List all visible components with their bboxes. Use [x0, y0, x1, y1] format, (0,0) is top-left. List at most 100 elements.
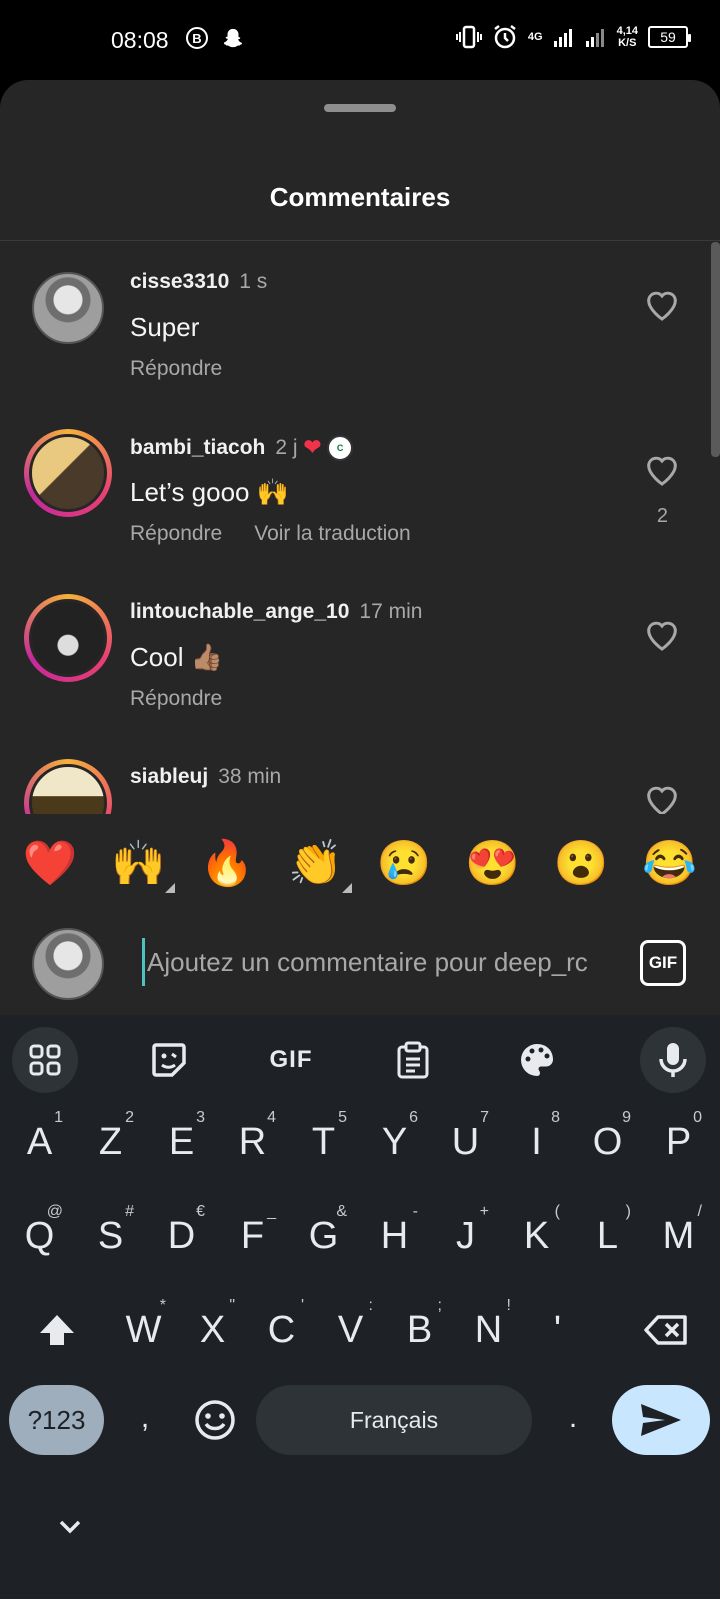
- key-label: P: [665, 1120, 692, 1163]
- comma-key[interactable]: ,: [120, 1373, 170, 1463]
- key-apostrophe[interactable]: ': [523, 1285, 592, 1375]
- key-c[interactable]: C ': [247, 1285, 316, 1375]
- comment-username[interactable]: cisse3310: [130, 270, 229, 293]
- key-u[interactable]: U7: [430, 1097, 501, 1187]
- comment-time: 2 j: [275, 436, 298, 459]
- like-heart-icon[interactable]: [642, 284, 682, 324]
- key-r[interactable]: R4: [217, 1097, 288, 1187]
- keyboard-row-3: W * X " C ' V: B; N! ': [0, 1285, 720, 1375]
- key-a[interactable]: A1: [4, 1097, 75, 1187]
- key-v[interactable]: V:: [316, 1285, 385, 1375]
- key-t[interactable]: T5: [288, 1097, 359, 1187]
- key-e[interactable]: E3: [146, 1097, 217, 1187]
- shift-key[interactable]: [22, 1285, 92, 1375]
- apps-grid-icon[interactable]: [12, 1027, 78, 1093]
- period-key[interactable]: .: [548, 1373, 598, 1463]
- key-alt-label: :: [368, 1297, 373, 1314]
- skin-tone-indicator: [164, 883, 175, 893]
- emoji-clap-button[interactable]: 👏: [286, 839, 352, 893]
- key-alt-label: !: [506, 1297, 511, 1314]
- key-alt-label: (: [554, 1203, 560, 1220]
- emoji-raised-hands-button[interactable]: 🙌: [109, 839, 175, 893]
- space-key[interactable]: Français: [256, 1385, 532, 1455]
- key-m[interactable]: M /: [643, 1191, 714, 1281]
- comment-item: cisse3310 1 s Super Répondre: [0, 242, 720, 410]
- avatar[interactable]: [32, 272, 104, 344]
- key-b[interactable]: B;: [385, 1285, 454, 1375]
- comment-username[interactable]: bambi_tiacoh: [130, 436, 265, 459]
- palette-icon[interactable]: [504, 1027, 570, 1093]
- key-label: A: [26, 1120, 53, 1163]
- comment-username[interactable]: siableuj: [130, 765, 208, 788]
- key-alt-label: ): [625, 1203, 631, 1220]
- reply-button[interactable]: Répondre: [130, 687, 222, 711]
- vibrate-icon: [455, 25, 482, 49]
- emoji-heart-button[interactable]: ❤️: [20, 839, 80, 889]
- backspace-key[interactable]: [628, 1285, 704, 1375]
- emoji-surprised-button[interactable]: 😮: [551, 839, 611, 889]
- avatar-story-ring[interactable]: [24, 594, 112, 682]
- translate-button[interactable]: Voir la traduction: [254, 522, 410, 546]
- comment-item: lintouchable_ange_10 17 min Cool 👍🏽 Répon…: [0, 572, 720, 740]
- key-j[interactable]: J +: [430, 1191, 501, 1281]
- key-x[interactable]: X ": [178, 1285, 247, 1375]
- sticker-icon[interactable]: [136, 1027, 202, 1093]
- comment-composer: GIF: [0, 914, 720, 1015]
- emoji-fire-button[interactable]: 🔥: [197, 839, 257, 889]
- keyboard-row-1: A1Z2E3R4T5Y6U7I8O9P0: [0, 1097, 720, 1187]
- comment-input[interactable]: [142, 938, 612, 986]
- key-label: V: [337, 1308, 364, 1351]
- key-alt-label: 9: [622, 1109, 631, 1126]
- emoji-reaction-bar: ❤️ 🙌 🔥 👏 😢 😍 😮 😂: [0, 814, 720, 914]
- comment-time: 17 min: [359, 600, 423, 623]
- avatar: [29, 599, 107, 677]
- key-alt-label: 0: [693, 1109, 702, 1126]
- emoji-crying-button[interactable]: 😢: [374, 839, 434, 889]
- reply-button[interactable]: Répondre: [130, 522, 222, 546]
- key-h[interactable]: H-: [359, 1191, 430, 1281]
- keyboard-gif-button[interactable]: GIF: [258, 1027, 324, 1093]
- key-alt-label: +: [479, 1203, 489, 1220]
- key-alt-label: 2: [125, 1109, 134, 1126]
- key-i[interactable]: I8: [501, 1097, 572, 1187]
- like-heart-icon[interactable]: [642, 614, 682, 654]
- creator-liked-heart-icon: ❤: [303, 436, 322, 459]
- key-g[interactable]: G &: [288, 1191, 359, 1281]
- key-y[interactable]: Y6: [359, 1097, 430, 1187]
- emoji-key[interactable]: [188, 1375, 242, 1465]
- like-heart-icon[interactable]: [642, 449, 682, 489]
- hide-keyboard-chevron-icon[interactable]: [50, 1507, 90, 1547]
- key-q[interactable]: Q @: [4, 1191, 75, 1281]
- emoji-heart-eyes-button[interactable]: 😍: [463, 839, 523, 889]
- reply-button[interactable]: Répondre: [130, 357, 222, 381]
- key-alt-label: 4: [267, 1109, 276, 1126]
- skin-tone-indicator: [341, 883, 352, 893]
- key-alt-label: ": [229, 1297, 235, 1314]
- symbols-key[interactable]: ?123: [9, 1385, 104, 1455]
- send-key[interactable]: [612, 1385, 710, 1455]
- like-heart-icon[interactable]: [642, 779, 682, 819]
- scrollbar[interactable]: [711, 242, 720, 457]
- key-d[interactable]: D €: [146, 1191, 217, 1281]
- key-o[interactable]: O9: [572, 1097, 643, 1187]
- key-k[interactable]: K(: [501, 1191, 572, 1281]
- key-f[interactable]: F _: [217, 1191, 288, 1281]
- key-s[interactable]: S #: [75, 1191, 146, 1281]
- comment-username[interactable]: lintouchable_ange_10: [130, 600, 349, 623]
- clipboard-icon[interactable]: [380, 1027, 446, 1093]
- key-p[interactable]: P0: [643, 1097, 714, 1187]
- drag-handle[interactable]: [324, 104, 396, 112]
- key-n[interactable]: N!: [454, 1285, 523, 1375]
- gif-button[interactable]: GIF: [640, 940, 686, 986]
- emoji-laughing-button[interactable]: 😂: [640, 839, 700, 889]
- comment-list[interactable]: cisse3310 1 s Super Répondre bambi_tiacoh…: [0, 242, 720, 894]
- key-z[interactable]: Z2: [75, 1097, 146, 1187]
- avatar-story-ring[interactable]: [24, 429, 112, 517]
- key-w[interactable]: W *: [109, 1285, 178, 1375]
- key-l[interactable]: L): [572, 1191, 643, 1281]
- status-bar: 08:08 B 4G 4,14 K/S 59: [0, 0, 720, 80]
- key-label: K: [523, 1214, 550, 1257]
- comment-item: bambi_tiacoh 2 j ❤ C Let’s gooo 🙌 Répondre …: [0, 407, 720, 575]
- microphone-icon[interactable]: [640, 1027, 706, 1093]
- key-label: L: [596, 1214, 619, 1257]
